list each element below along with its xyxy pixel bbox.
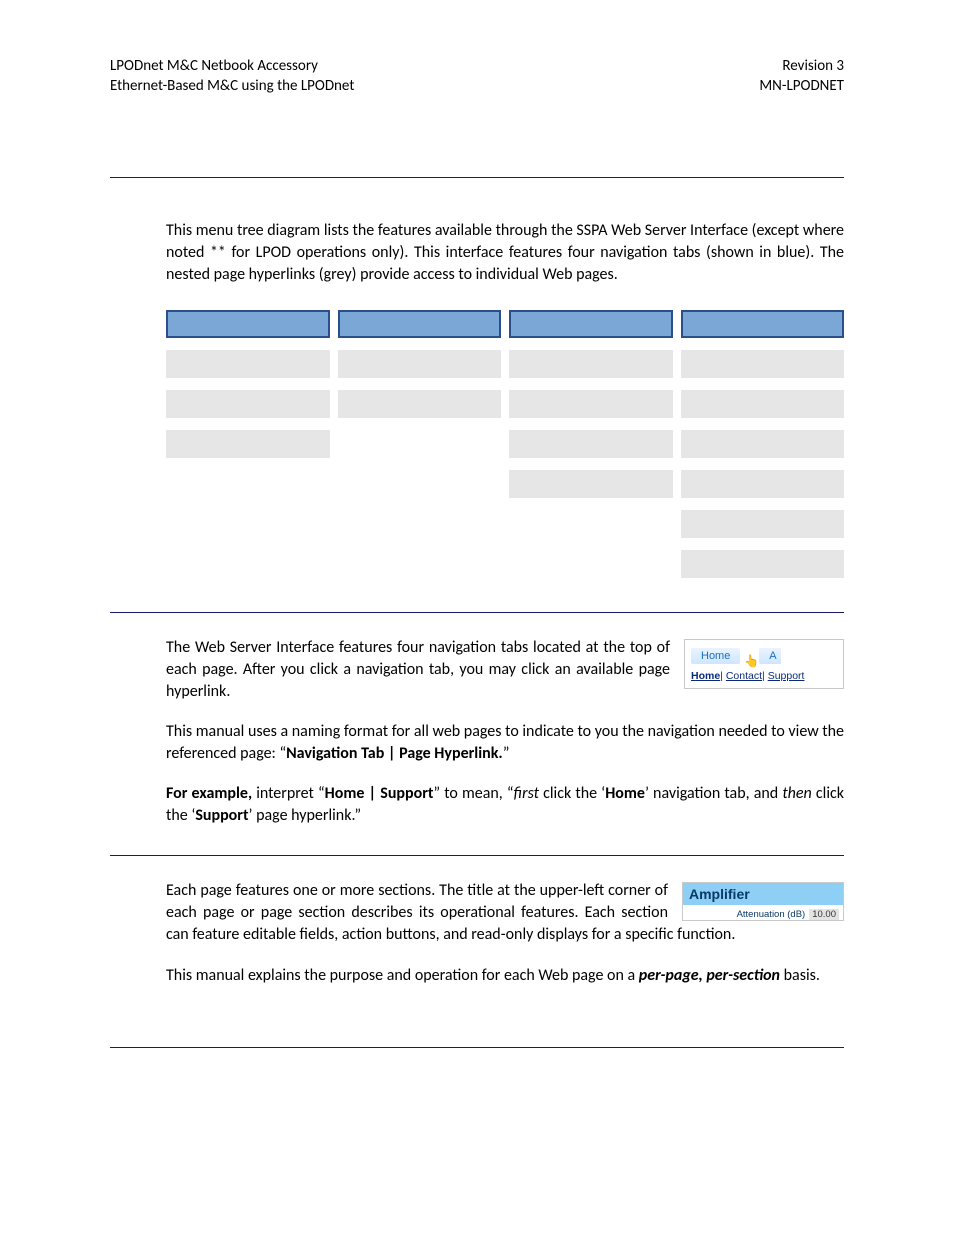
nav-thumb-link: Home xyxy=(691,670,720,682)
divider xyxy=(110,1047,844,1048)
text: basis. xyxy=(780,966,820,985)
nav-thumb-tab-partial: A xyxy=(759,648,781,664)
text: click the ‘ xyxy=(539,784,605,803)
menu-tree-link xyxy=(509,350,673,378)
menu-tree-link xyxy=(681,510,845,538)
menu-tree-link xyxy=(681,470,845,498)
menu-tree-blank xyxy=(338,550,502,578)
text: ” to mean, “ xyxy=(433,784,513,803)
text-bold: Home xyxy=(605,784,645,803)
divider xyxy=(110,612,844,613)
menu-tree-link xyxy=(681,350,845,378)
menu-tree-blank xyxy=(166,510,330,538)
menu-tree-link xyxy=(681,550,845,578)
text: This manual explains the purpose and ope… xyxy=(166,966,639,985)
amp-thumb-title: Amplifier xyxy=(683,883,843,905)
text: ” xyxy=(503,744,510,763)
header-left-line2: Ethernet-Based M&C using the LPODnet xyxy=(110,76,354,96)
menu-tree-link xyxy=(166,350,330,378)
header-right-line2: MN-LPODNET xyxy=(759,76,844,96)
navigation-section: Home 👆 A Home| Contact| Support The Web … xyxy=(166,637,844,828)
amplifier-thumbnail: Amplifier Attenuation (dB) 10.00 xyxy=(682,882,844,921)
page-header: LPODnet M&C Netbook Accessory Ethernet-B… xyxy=(110,56,844,97)
text-italic: first xyxy=(514,784,539,803)
cursor-icon: 👆 xyxy=(744,654,759,670)
menu-tree-tab xyxy=(338,310,502,338)
menu-tree-link xyxy=(681,430,845,458)
menu-tree-blank xyxy=(338,470,502,498)
text-italic: then xyxy=(782,784,811,803)
menu-tree-link xyxy=(166,390,330,418)
text: interpret “ xyxy=(252,784,325,803)
nav-thumb-tab-home: Home xyxy=(691,648,740,664)
menu-tree-link xyxy=(166,430,330,458)
amp-thumb-row: Attenuation (dB) 10.00 xyxy=(683,905,843,920)
intro-paragraph: This menu tree diagram lists the feature… xyxy=(166,220,844,286)
menu-tree-link xyxy=(509,470,673,498)
menu-tree-blank xyxy=(509,550,673,578)
text: ’ page hyperlink.” xyxy=(249,806,362,825)
text-bold: Support xyxy=(195,806,248,825)
divider xyxy=(110,855,844,856)
document-page: LPODnet M&C Netbook Accessory Ethernet-B… xyxy=(0,0,954,1235)
nav-thumb-links: Home| Contact| Support xyxy=(691,670,837,682)
nav-paragraph-2: This manual uses a naming format for all… xyxy=(166,721,844,765)
menu-tree-blank xyxy=(166,470,330,498)
nav-thumb-tabs: Home 👆 A xyxy=(691,648,837,664)
header-right-line1: Revision 3 xyxy=(759,56,844,76)
text-bold: Home | Support xyxy=(325,784,434,803)
menu-tree-tab xyxy=(166,310,330,338)
amp-thumb-label: Attenuation (dB) xyxy=(737,909,806,920)
nav-thumbnail: Home 👆 A Home| Contact| Support xyxy=(684,639,844,689)
text: ’ navigation tab, and xyxy=(645,784,782,803)
menu-tree-blank xyxy=(509,510,673,538)
text-bold: For example, xyxy=(166,784,252,803)
nav-thumb-link: Contact xyxy=(726,670,762,682)
menu-tree-link xyxy=(338,350,502,378)
menu-tree-link xyxy=(681,390,845,418)
divider xyxy=(110,177,844,178)
menu-tree-blank xyxy=(338,430,502,458)
nav-paragraph-3: For example, interpret “Home | Support” … xyxy=(166,783,844,827)
menu-tree-link xyxy=(509,430,673,458)
menu-tree-tab xyxy=(509,310,673,338)
menu-tree-tab xyxy=(681,310,845,338)
text-bold-italic: per-page, per-section xyxy=(639,966,780,985)
nav-thumb-link: Support xyxy=(768,670,805,682)
menu-tree-blank xyxy=(338,510,502,538)
menu-tree-blank xyxy=(166,550,330,578)
text-bold: Navigation Tab | Page Hyperlink. xyxy=(286,744,503,763)
amp-thumb-value: 10.00 xyxy=(809,909,839,920)
intro-block: This menu tree diagram lists the feature… xyxy=(166,220,844,578)
header-left: LPODnet M&C Netbook Accessory Ethernet-B… xyxy=(110,56,354,97)
menu-tree-link xyxy=(338,390,502,418)
header-left-line1: LPODnet M&C Netbook Accessory xyxy=(110,56,354,76)
menu-tree-link xyxy=(509,390,673,418)
header-right: Revision 3 MN-LPODNET xyxy=(759,56,844,97)
menu-tree-diagram xyxy=(166,310,844,578)
page-sections-block: Amplifier Attenuation (dB) 10.00 Each pa… xyxy=(166,880,844,986)
amp-paragraph-2: This manual explains the purpose and ope… xyxy=(166,965,844,987)
